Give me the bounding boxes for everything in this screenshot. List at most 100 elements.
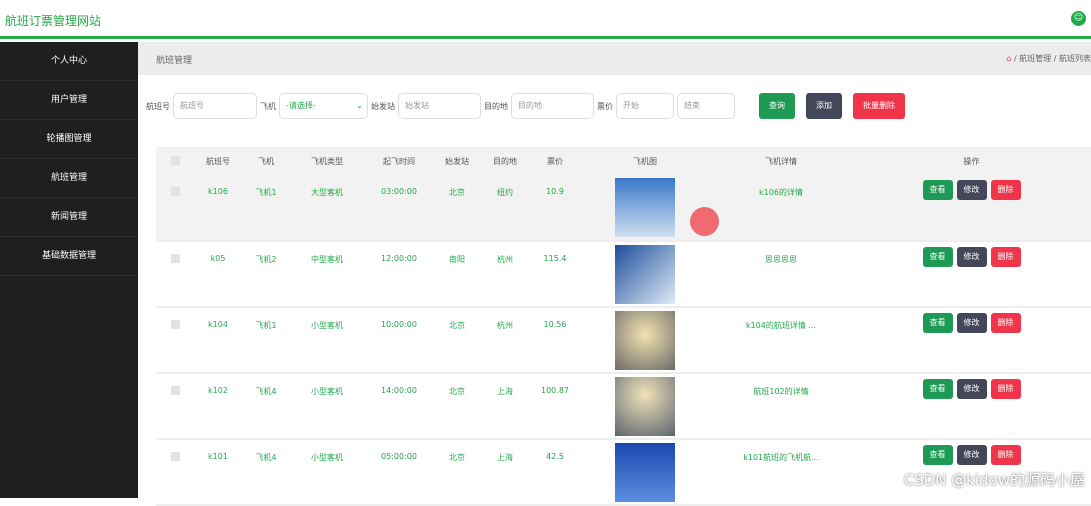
plane-image[interactable] <box>615 311 675 370</box>
dest-input[interactable]: 目的地 <box>511 93 594 119</box>
col-header: 飞机详情 <box>710 147 852 175</box>
view-button[interactable]: 查看 <box>922 445 953 465</box>
sidebar-item-carousel[interactable]: 轮播图管理 <box>0 120 138 159</box>
price: 115.4 <box>530 241 580 308</box>
view-button[interactable]: 查看 <box>922 180 953 200</box>
plane-type: 中型客机 <box>290 241 364 308</box>
col-header: 票价 <box>530 147 580 175</box>
price-start-input[interactable]: 开始 <box>616 93 674 119</box>
table-row: k106 飞机1 大型客机 03:00:00 北京 纽约 10.9 k106的详… <box>156 175 1091 242</box>
view-button[interactable]: 查看 <box>922 313 953 333</box>
departure-time: 10:00:00 <box>364 307 434 374</box>
plane: 飞机2 <box>242 241 290 308</box>
dest-label: 目的地 <box>484 101 508 111</box>
delete-button[interactable]: 删除 <box>990 313 1021 333</box>
breadcrumb-item[interactable]: 航班管理 <box>1019 54 1051 63</box>
table-row: k102 飞机4 小型客机 14:00:00 北京 上海 100.87 航班10… <box>156 373 1091 440</box>
flight-no-label: 航班号 <box>146 101 170 111</box>
query-button[interactable]: 查询 <box>759 93 795 119</box>
departure-time: 14:00:00 <box>364 373 434 440</box>
edit-button[interactable]: 修改 <box>956 313 987 333</box>
top-bar: 航班订票管理网站 ☺ <box>0 0 1091 39</box>
flight-no: k106 <box>194 175 242 242</box>
destination: 上海 <box>480 373 530 440</box>
row-checkbox[interactable] <box>170 187 180 196</box>
plane-type: 小型客机 <box>290 373 364 440</box>
col-header: 飞机 <box>242 147 290 175</box>
flight-no: k05 <box>194 241 242 308</box>
edit-button[interactable]: 修改 <box>956 247 987 267</box>
breadcrumb: ⌂ / 航班管理 / 航班列表 <box>1006 54 1091 63</box>
row-checkbox[interactable] <box>170 254 180 263</box>
plane-detail: 航班102的详情 <box>710 373 852 440</box>
sidebar: 个人中心 用户管理 轮播图管理 航班管理 新闻管理 基础数据管理 <box>0 42 138 498</box>
delete-button[interactable]: 删除 <box>990 247 1021 267</box>
origin: 北京 <box>434 307 480 374</box>
col-header: 飞机图 <box>580 147 710 175</box>
plane-select[interactable]: -请选择- ⌄ <box>279 93 368 119</box>
price: 100.87 <box>530 373 580 440</box>
plane-detail: 思思思思 <box>710 241 852 308</box>
plane: 飞机1 <box>242 307 290 374</box>
watermark: CSDN @kidow的源码小屋 <box>903 471 1085 489</box>
plane: 飞机1 <box>242 175 290 242</box>
plane-image[interactable] <box>615 443 675 502</box>
edit-button[interactable]: 修改 <box>956 445 987 465</box>
delete-button[interactable]: 删除 <box>990 445 1021 465</box>
edit-button[interactable]: 修改 <box>956 379 987 399</box>
plane-image[interactable] <box>615 178 675 237</box>
cursor-highlight <box>690 207 719 236</box>
col-header: 飞机类型 <box>290 147 364 175</box>
origin-label: 始发站 <box>371 101 395 111</box>
plane-image[interactable] <box>615 245 675 304</box>
sidebar-item-flights[interactable]: 航班管理 <box>0 159 138 198</box>
table-row: k05 飞机2 中型客机 12:00:00 南阳 杭州 115.4 思思思思 查… <box>156 241 1091 308</box>
flight-no-input[interactable]: 航班号 <box>173 93 257 119</box>
departure-time: 05:00:00 <box>364 439 434 506</box>
price: 42.5 <box>530 439 580 506</box>
add-button[interactable]: 添加 <box>806 93 842 119</box>
home-icon[interactable]: ⌂ <box>1006 54 1011 63</box>
row-checkbox[interactable] <box>170 386 180 395</box>
sidebar-item-users[interactable]: 用户管理 <box>0 81 138 120</box>
page-title: 航班管理 <box>156 56 193 66</box>
user-icon[interactable]: ☺ <box>1071 11 1086 26</box>
plane: 飞机4 <box>242 373 290 440</box>
col-header: 航班号 <box>194 147 242 175</box>
edit-button[interactable]: 修改 <box>956 180 987 200</box>
col-header: 目的地 <box>480 147 530 175</box>
plane-detail: k106的详情 <box>710 175 852 242</box>
table-header: 航班号 飞机 飞机类型 起飞时间 始发站 目的地 票价 飞机图 飞机详情 操作 <box>156 147 1091 175</box>
destination: 杭州 <box>480 307 530 374</box>
sidebar-item-profile[interactable]: 个人中心 <box>0 42 138 81</box>
plane-detail: k101航班的飞机航... <box>710 439 852 506</box>
price-end-input[interactable]: 结束 <box>677 93 735 119</box>
row-checkbox[interactable] <box>170 320 180 329</box>
sidebar-item-news[interactable]: 新闻管理 <box>0 198 138 237</box>
table-row: k104 飞机1 小型客机 10:00:00 北京 杭州 10.56 k104的… <box>156 307 1091 374</box>
sidebar-item-basedata[interactable]: 基础数据管理 <box>0 237 138 276</box>
departure-time: 12:00:00 <box>364 241 434 308</box>
flight-no: k102 <box>194 373 242 440</box>
select-all-checkbox[interactable] <box>170 155 180 165</box>
price: 10.56 <box>530 307 580 374</box>
flight-table: 航班号 飞机 飞机类型 起飞时间 始发站 目的地 票价 飞机图 飞机详情 操作 … <box>156 147 1091 506</box>
origin: 北京 <box>434 373 480 440</box>
delete-button[interactable]: 删除 <box>990 379 1021 399</box>
view-button[interactable]: 查看 <box>922 379 953 399</box>
view-button[interactable]: 查看 <box>922 247 953 267</box>
col-header: 操作 <box>852 147 1091 175</box>
batch-delete-button[interactable]: 批量删除 <box>853 93 905 119</box>
main-content: 航班管理 ⌂ / 航班管理 / 航班列表 航班号 航班号 飞机 -请选择- ⌄ 始… <box>138 42 1091 506</box>
page-header: 航班管理 ⌂ / 航班管理 / 航班列表 <box>138 42 1091 75</box>
delete-button[interactable]: 删除 <box>990 180 1021 200</box>
destination: 上海 <box>480 439 530 506</box>
plane-type: 大型客机 <box>290 175 364 242</box>
plane-image[interactable] <box>615 377 675 436</box>
price: 10.9 <box>530 175 580 242</box>
origin-input[interactable]: 始发站 <box>398 93 481 119</box>
flight-no: k101 <box>194 439 242 506</box>
departure-time: 03:00:00 <box>364 175 434 242</box>
row-checkbox[interactable] <box>170 452 180 461</box>
site-title: 航班订票管理网站 <box>5 14 102 28</box>
